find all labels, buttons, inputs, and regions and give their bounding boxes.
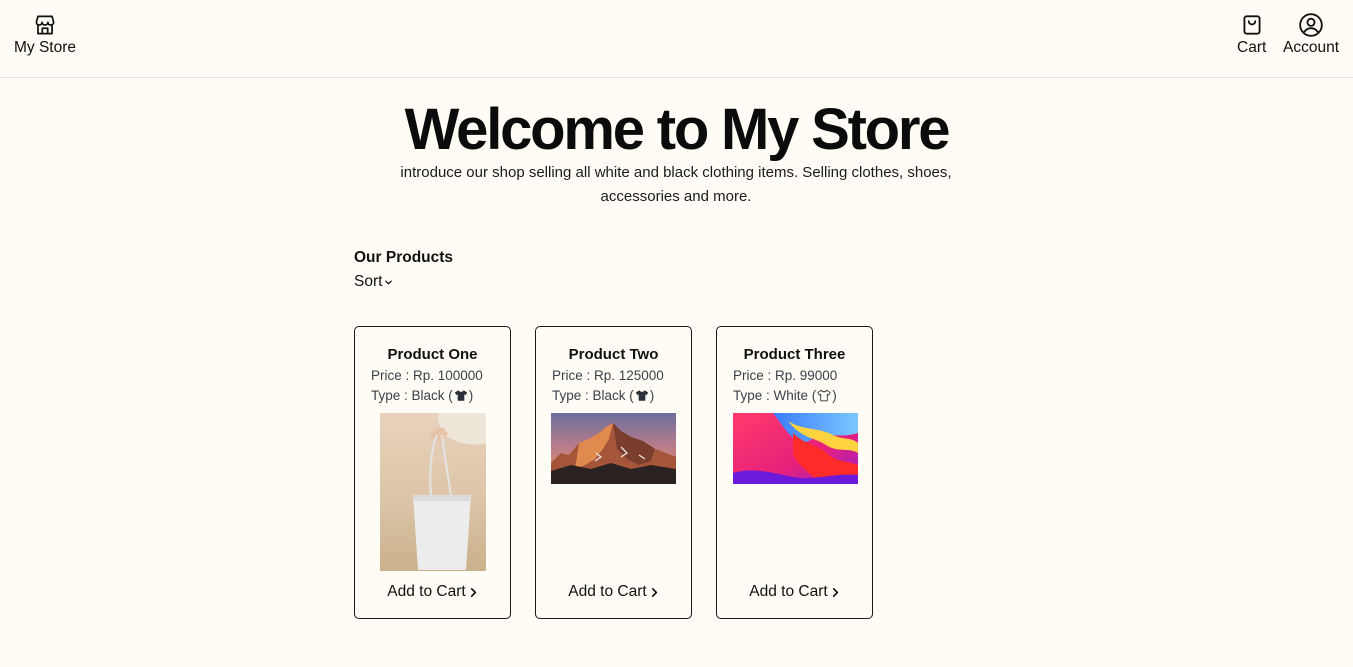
white-shirt-icon [817,389,831,402]
shopping-bag-icon [1243,15,1261,35]
black-shirt-icon [635,390,648,401]
chevron-right-icon [470,587,476,597]
product-type-text: Type : White ( [733,388,817,403]
product-name: Product One [387,346,478,363]
chevron-right-icon [651,587,657,597]
product-type: Type : Black ( ) [371,388,473,403]
product-type-text: Type : Black ( [371,388,453,403]
cart-label: Cart [1237,39,1267,56]
page-title: Welcome to My Store [404,97,951,162]
product-card: Product One Price : Rp. 100000 Type : Bl… [354,326,511,619]
black-shirt-icon [454,390,467,401]
cart-link[interactable]: Cart [1237,12,1266,57]
sort-dropdown[interactable]: Sort [354,273,393,291]
add-to-cart-button[interactable]: Add to Cart [717,583,872,601]
tote-bag-image [380,413,486,571]
product-name: Product Three [743,346,846,363]
product-price: Price : Rp. 100000 [371,368,483,383]
product-type-close: ) [649,388,655,403]
storefront-icon [35,15,55,35]
product-image[interactable] [380,413,486,571]
page-subtitle: introduce our shop selling all white and… [400,164,952,205]
product-price: Price : Rp. 125000 [552,368,664,383]
account-link[interactable]: Account [1283,12,1339,57]
user-circle-icon [1299,13,1323,37]
product-type-close: ) [832,388,837,403]
product-type: Type : Black ( ) [552,388,654,403]
product-price: Price : Rp. 99000 [733,368,838,383]
chevron-down-icon [385,280,393,285]
product-card: Product Three Price : Rp. 99000 Type : W… [716,326,873,619]
product-image[interactable] [551,413,676,484]
add-to-cart-button[interactable]: Add to Cart [355,583,510,601]
product-image[interactable] [733,413,858,484]
add-to-cart-button[interactable]: Add to Cart [536,583,691,601]
store-label: My Store [14,39,77,56]
add-to-cart-label: Add to Cart [387,583,466,600]
add-to-cart-label: Add to Cart [568,583,647,600]
product-type-close: ) [468,388,474,403]
product-type: Type : White ( ) [733,388,837,403]
store-home-link[interactable]: My Store [14,12,76,57]
sort-label: Sort [354,273,383,290]
top-navigation-bar: My Store Cart Account [0,0,1353,78]
add-to-cart-label: Add to Cart [749,583,828,600]
chevron-right-icon [832,587,838,597]
products-section-title: Our Products [354,249,454,266]
abstract-gradient-image [733,413,858,484]
mountain-sunset-image [551,413,676,484]
product-type-text: Type : Black ( [552,388,634,403]
product-name: Product Two [568,346,659,363]
product-card: Product Two Price : Rp. 125000 Type : Bl… [535,326,692,619]
account-label: Account [1283,39,1340,56]
